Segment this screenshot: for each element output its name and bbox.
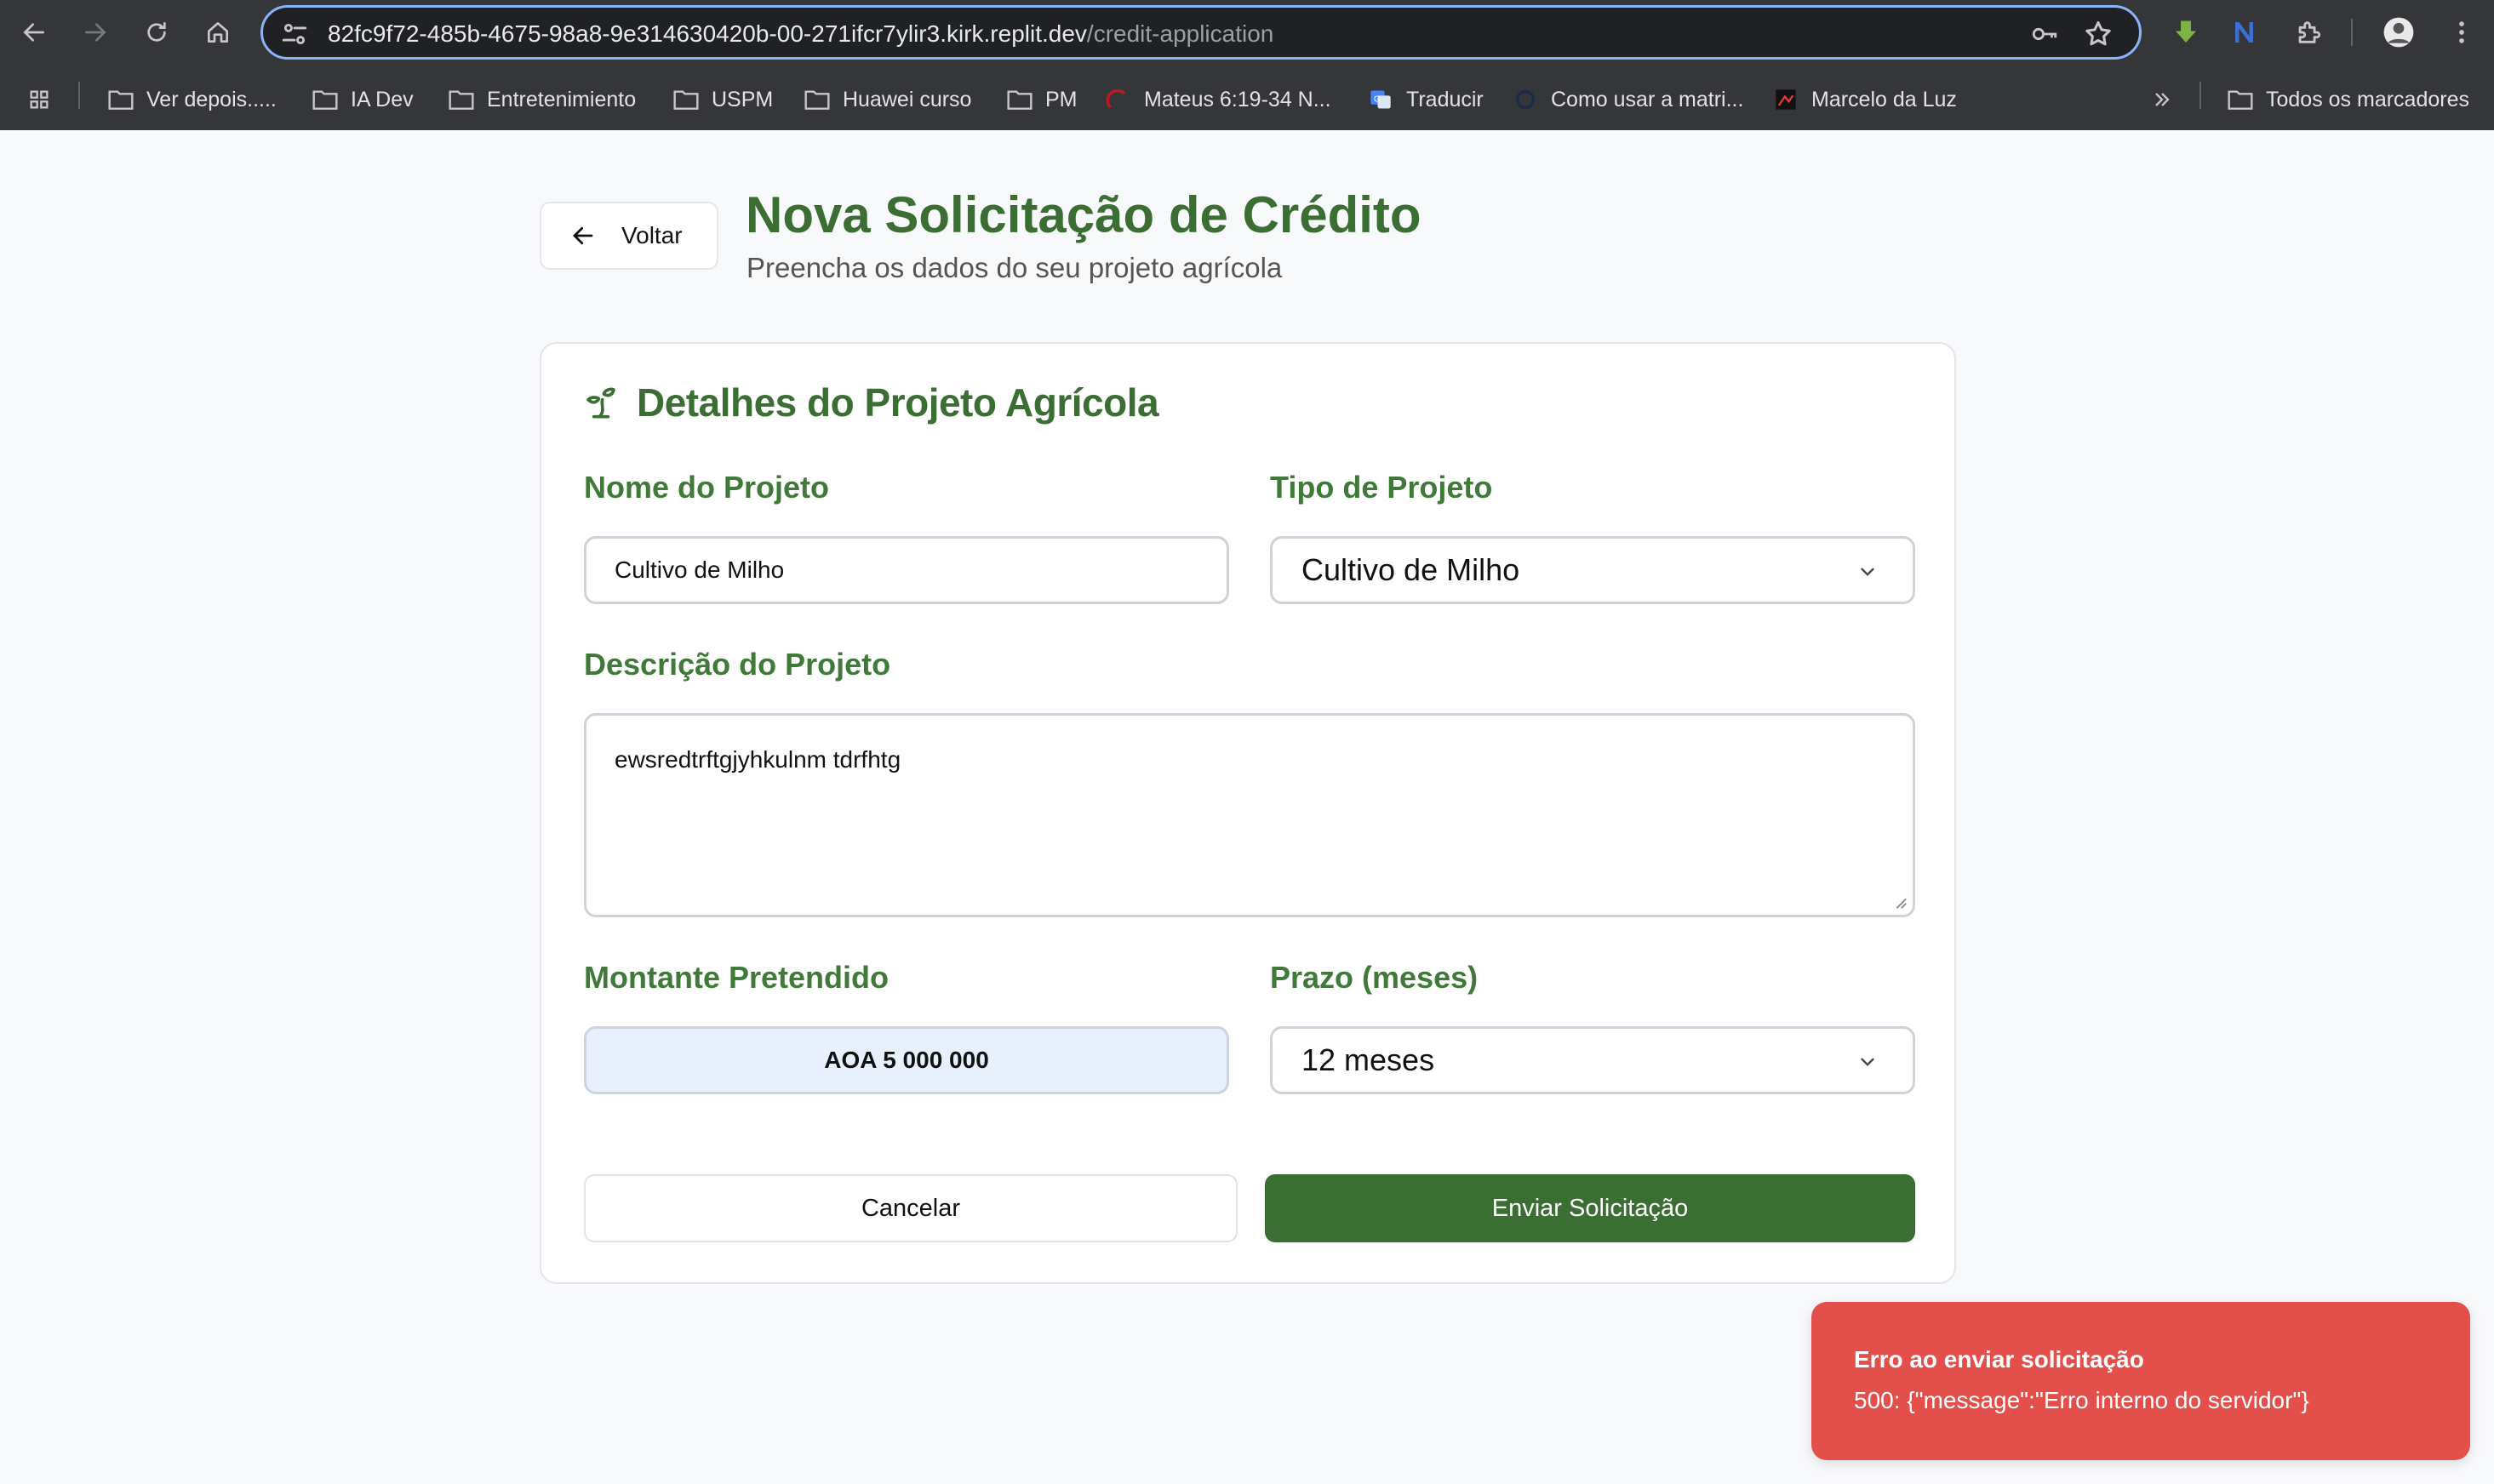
all-bookmarks[interactable]: Todos os marcadores xyxy=(2227,83,2469,116)
password-key-icon[interactable] xyxy=(2028,20,2061,49)
browser-chrome: 82fc9f72-485b-4675-98a8-9e314630420b-00-… xyxy=(0,0,2494,130)
forward-arrow-icon[interactable] xyxy=(77,14,114,51)
project-type-label: Tipo de Projeto xyxy=(1270,470,1493,505)
profile-avatar-icon[interactable] xyxy=(2380,14,2417,51)
submit-button[interactable]: Enviar Solicitação xyxy=(1265,1174,1915,1242)
download-extension-icon[interactable] xyxy=(2167,14,2205,51)
bookmark-uspm[interactable]: USPM xyxy=(672,83,773,116)
project-name-input[interactable] xyxy=(584,536,1229,604)
home-icon[interactable] xyxy=(199,14,237,51)
bookmark-label: Como usar a matri... xyxy=(1551,87,1744,111)
n-extension-icon[interactable] xyxy=(2227,14,2264,51)
back-button[interactable]: Voltar xyxy=(540,202,718,270)
site-settings-icon[interactable] xyxy=(280,20,309,49)
bible-site-icon xyxy=(1106,88,1126,109)
bookmark-entretenimiento[interactable]: Entretenimiento xyxy=(448,83,636,116)
browser-toolbar: 82fc9f72-485b-4675-98a8-9e314630420b-00-… xyxy=(0,0,2494,65)
toast-title: Erro ao enviar solicitação xyxy=(1854,1346,2144,1373)
bookmark-label: Traducir xyxy=(1406,87,1484,111)
toast-message: 500: {"message":"Erro interno do servido… xyxy=(1854,1387,2309,1413)
term-label: Prazo (meses) xyxy=(1270,960,1479,995)
bookmarks-divider xyxy=(78,82,80,109)
site-icon xyxy=(1776,89,1796,110)
toolbar-divider xyxy=(2351,19,2353,46)
address-bar[interactable]: 82fc9f72-485b-4675-98a8-9e314630420b-00-… xyxy=(260,5,2142,60)
term-value: 12 meses xyxy=(1301,1042,1435,1077)
browser-menu-icon[interactable] xyxy=(2443,14,2480,51)
all-bookmarks-label: Todos os marcadores xyxy=(2266,87,2470,111)
bookmarks-divider xyxy=(2199,82,2201,109)
folder-icon xyxy=(2228,90,2253,110)
bookmark-label: Huawei curso xyxy=(843,87,972,111)
folder-icon xyxy=(673,90,699,110)
more-bookmarks-chevron-icon[interactable] xyxy=(2148,83,2176,116)
folder-icon xyxy=(449,90,474,110)
bookmarks-bar: Ver depois..... IA Dev Entretenimiento U… xyxy=(0,73,2494,126)
bookmark-traducir[interactable]: G Traducir xyxy=(1367,83,1484,116)
url-text: 82fc9f72-485b-4675-98a8-9e314630420b-00-… xyxy=(328,20,1274,47)
description-textarea[interactable]: ewsredtrftgjyhkulnm tdrfhtg xyxy=(584,713,1915,917)
page-title: Nova Solicitação de Crédito xyxy=(746,186,1421,243)
bookmark-mateus[interactable]: Mateus 6:19-34 N... xyxy=(1105,83,1331,116)
bookmark-label: Marcelo da Luz xyxy=(1811,87,1957,111)
folder-icon xyxy=(312,90,338,110)
bookmark-ia-dev[interactable]: IA Dev xyxy=(312,83,414,116)
cancel-button[interactable]: Cancelar xyxy=(584,1174,1238,1242)
apps-grid-icon[interactable] xyxy=(26,83,53,116)
bookmark-label: Mateus 6:19-34 N... xyxy=(1144,87,1331,111)
back-arrow-icon[interactable] xyxy=(15,14,53,51)
reload-icon[interactable] xyxy=(138,14,175,51)
svg-text:G: G xyxy=(1374,94,1381,104)
site-icon xyxy=(1515,89,1536,110)
error-toast[interactable]: Erro ao enviar solicitação 500: {"messag… xyxy=(1811,1302,2470,1460)
bookmark-marcelo[interactable]: Marcelo da Luz xyxy=(1772,83,1957,116)
bookmark-huawei-curso[interactable]: Huawei curso xyxy=(804,83,971,116)
bookmark-label: Ver depois..... xyxy=(146,87,277,111)
arrow-left-icon xyxy=(573,226,593,245)
back-button-label: Voltar xyxy=(621,222,683,248)
amount-value: AOA 5 000 000 xyxy=(824,1047,989,1073)
bookmark-ver-depois[interactable]: Ver depois..... xyxy=(107,83,277,116)
folder-icon xyxy=(804,90,830,110)
amount-label: Montante Pretendido xyxy=(584,960,889,995)
folder-icon xyxy=(1007,90,1032,110)
chevron-down-icon xyxy=(1861,1058,1874,1066)
bookmark-pm[interactable]: PM xyxy=(1006,83,1078,116)
card-title: Detalhes do Projeto Agrícola xyxy=(637,380,1159,425)
bookmark-como-usar[interactable]: Como usar a matri... xyxy=(1512,83,1743,116)
amount-input[interactable]: AOA 5 000 000 xyxy=(584,1026,1229,1094)
project-details-card: Detalhes do Projeto Agrícola Nome do Pro… xyxy=(540,342,1956,1284)
term-select[interactable]: 12 meses xyxy=(1270,1026,1915,1094)
sprout-icon xyxy=(586,387,615,419)
bookmark-label: PM xyxy=(1045,87,1078,111)
chevron-down-icon xyxy=(1861,568,1874,576)
folder-icon xyxy=(108,90,134,110)
resize-grip-icon[interactable] xyxy=(1892,894,1908,910)
description-label: Descrição do Projeto xyxy=(584,647,891,682)
bookmark-star-icon[interactable] xyxy=(2083,19,2114,49)
bookmark-label: IA Dev xyxy=(351,87,414,111)
page-subtitle: Preencha os dados do seu projeto agrícol… xyxy=(746,252,1283,283)
translate-icon: G xyxy=(1370,90,1391,109)
bookmark-label: USPM xyxy=(712,87,774,111)
bookmark-label: Entretenimiento xyxy=(487,87,637,111)
description-text: ewsredtrftgjyhkulnm tdrfhtg xyxy=(615,746,901,773)
project-type-value: Cultivo de Milho xyxy=(1301,552,1520,587)
extensions-puzzle-icon[interactable] xyxy=(2290,14,2327,51)
project-name-label: Nome do Projeto xyxy=(584,470,830,505)
project-type-select[interactable]: Cultivo de Milho xyxy=(1270,536,1915,604)
card-header: Detalhes do Projeto Agrícola xyxy=(584,380,1159,425)
